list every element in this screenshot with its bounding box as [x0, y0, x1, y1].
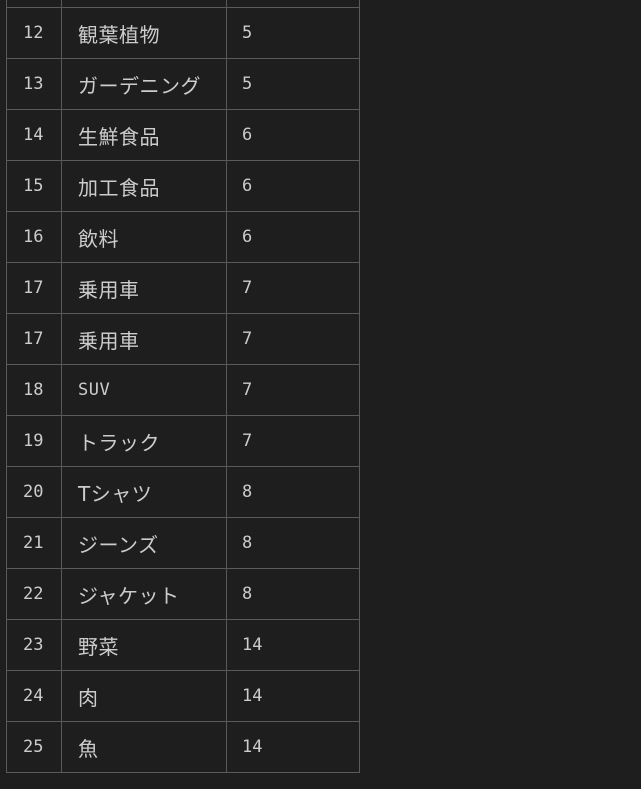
- cell-name[interactable]: SUV: [61, 364, 227, 416]
- cell-id[interactable]: 21: [6, 517, 62, 569]
- cell-category[interactable]: 7: [226, 364, 360, 416]
- cell-category[interactable]: 8: [226, 568, 360, 620]
- cell-category[interactable]: 6: [226, 211, 360, 263]
- cell-name[interactable]: 魚: [61, 721, 227, 773]
- cell-category[interactable]: [226, 0, 360, 8]
- cell-category[interactable]: 7: [226, 262, 360, 314]
- table-row[interactable]: 14 生鮮食品 6: [6, 109, 360, 161]
- table-row[interactable]: 13 ガーデニング 5: [6, 58, 360, 110]
- table-row[interactable]: 21 ジーンズ 8: [6, 517, 360, 569]
- cell-name[interactable]: ジャケット: [61, 568, 227, 620]
- cell-name[interactable]: 加工食品: [61, 160, 227, 212]
- cell-name[interactable]: 乗用車: [61, 262, 227, 314]
- cell-name[interactable]: 肉: [61, 670, 227, 722]
- cell-category[interactable]: 5: [226, 7, 360, 59]
- cell-category[interactable]: 6: [226, 160, 360, 212]
- cell-id[interactable]: 17: [6, 262, 62, 314]
- cell-category[interactable]: 7: [226, 415, 360, 467]
- cell-id[interactable]: 23: [6, 619, 62, 671]
- table-row[interactable]: 18 SUV 7: [6, 364, 360, 416]
- cell-name[interactable]: 飲料: [61, 211, 227, 263]
- cell-name[interactable]: 野菜: [61, 619, 227, 671]
- cell-id[interactable]: 14: [6, 109, 62, 161]
- cell-id[interactable]: 24: [6, 670, 62, 722]
- cell-id[interactable]: 17: [6, 313, 62, 365]
- table-row[interactable]: 17 乗用車 7: [6, 262, 360, 314]
- cell-category[interactable]: 5: [226, 58, 360, 110]
- cell-id[interactable]: 11: [6, 0, 62, 8]
- cell-name[interactable]: 生鮮食品: [61, 109, 227, 161]
- cell-name[interactable]: 観葉植物: [61, 7, 227, 59]
- cell-name[interactable]: ジーンズ: [61, 517, 227, 569]
- cell-name[interactable]: [61, 0, 227, 8]
- cell-category[interactable]: 6: [226, 109, 360, 161]
- cell-id[interactable]: 16: [6, 211, 62, 263]
- cell-category[interactable]: 14: [226, 619, 360, 671]
- cell-category[interactable]: 8: [226, 517, 360, 569]
- table-row[interactable]: 24 肉 14: [6, 670, 360, 722]
- table-row[interactable]: 17 乗用車 7: [6, 313, 360, 365]
- results-table: 11 12 観葉植物 5 13 ガーデニング 5 14 生鮮食品 6 15: [6, 0, 360, 773]
- cell-id[interactable]: 18: [6, 364, 62, 416]
- cell-id[interactable]: 19: [6, 415, 62, 467]
- table-row[interactable]: 25 魚 14: [6, 721, 360, 773]
- table-row[interactable]: 12 観葉植物 5: [6, 7, 360, 59]
- cell-name[interactable]: 乗用車: [61, 313, 227, 365]
- cell-id[interactable]: 22: [6, 568, 62, 620]
- table-row[interactable]: 23 野菜 14: [6, 619, 360, 671]
- cell-name[interactable]: ガーデニング: [61, 58, 227, 110]
- cell-id[interactable]: 20: [6, 466, 62, 518]
- table-row[interactable]: 11: [6, 0, 360, 8]
- cell-name[interactable]: トラック: [61, 415, 227, 467]
- table-row[interactable]: 19 トラック 7: [6, 415, 360, 467]
- table-row[interactable]: 22 ジャケット 8: [6, 568, 360, 620]
- table-row[interactable]: 16 飲料 6: [6, 211, 360, 263]
- cell-id[interactable]: 12: [6, 7, 62, 59]
- table-row[interactable]: 20 Tシャツ 8: [6, 466, 360, 518]
- cell-category[interactable]: 8: [226, 466, 360, 518]
- cell-name[interactable]: Tシャツ: [61, 466, 227, 518]
- cell-id[interactable]: 25: [6, 721, 62, 773]
- cell-category[interactable]: 7: [226, 313, 360, 365]
- cell-id[interactable]: 15: [6, 160, 62, 212]
- cell-category[interactable]: 14: [226, 670, 360, 722]
- results-table-body: 11 12 観葉植物 5 13 ガーデニング 5 14 生鮮食品 6 15: [6, 0, 360, 773]
- cell-category[interactable]: 14: [226, 721, 360, 773]
- table-row[interactable]: 15 加工食品 6: [6, 160, 360, 212]
- cell-id[interactable]: 13: [6, 58, 62, 110]
